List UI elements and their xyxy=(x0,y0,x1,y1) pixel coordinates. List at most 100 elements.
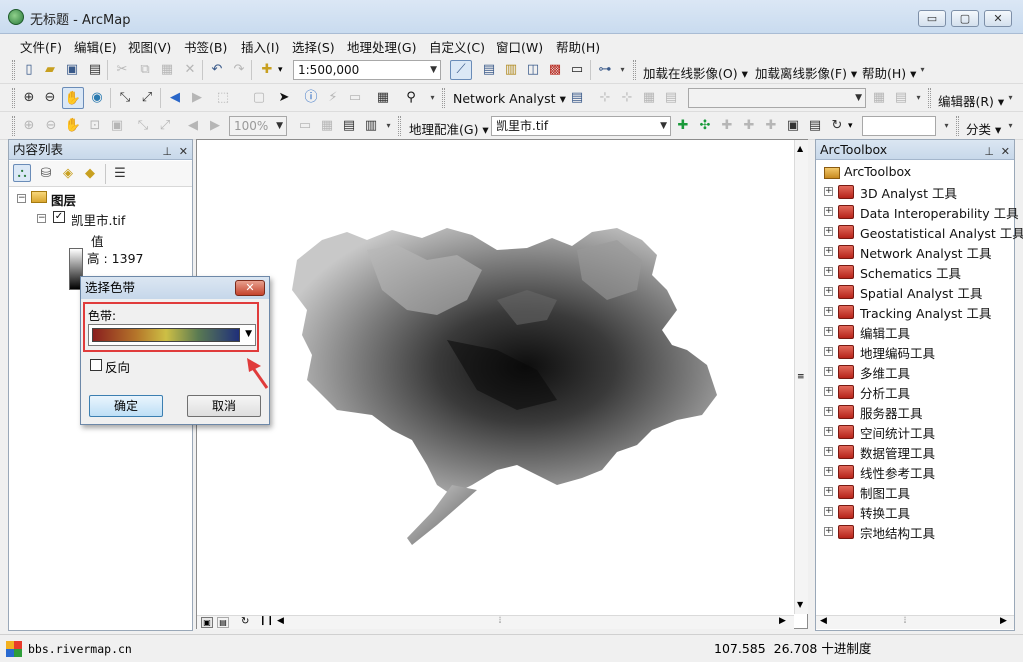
expand-collapse-icon[interactable]: + xyxy=(824,487,833,496)
directions-icon[interactable]: ▤ xyxy=(662,89,680,107)
menu-view[interactable]: 视图(V) xyxy=(128,37,171,56)
hyperlink-icon[interactable]: ⚡ xyxy=(324,89,342,107)
new-document-icon[interactable]: ▯ xyxy=(20,61,38,79)
network-analyst-menu[interactable]: Network Analyst ▾ xyxy=(453,91,566,106)
list-by-visibility-icon[interactable]: ◈ xyxy=(59,165,77,183)
delete-link-icon[interactable]: ✚ xyxy=(762,117,780,135)
back-arrow-icon[interactable]: ◀ xyxy=(166,89,184,107)
toolbar-overflow-icon[interactable]: ▾ xyxy=(942,112,951,132)
pause-drawing-icon[interactable]: ❙❙ xyxy=(259,616,274,626)
expand-collapse-icon[interactable]: + xyxy=(824,247,833,256)
cancel-button[interactable]: 取消 xyxy=(187,395,261,417)
model-builder-icon[interactable]: ⊶ xyxy=(596,61,614,79)
solve-icon[interactable]: ▦ xyxy=(640,89,658,107)
pin-icon[interactable]: ⊥ xyxy=(162,142,172,161)
menu-edit[interactable]: 编辑(E) xyxy=(74,37,117,56)
reverse-checkbox[interactable] xyxy=(90,359,102,371)
expand-collapse-icon[interactable]: − xyxy=(17,194,26,203)
select-network-location-icon[interactable]: ⊹ xyxy=(618,89,636,107)
scroll-left-icon[interactable]: ◀ xyxy=(277,616,284,626)
chevron-down-icon[interactable]: ▾ xyxy=(278,65,283,75)
close-icon[interactable]: ✕ xyxy=(179,142,188,161)
find-binoculars-icon[interactable]: ⚲ xyxy=(402,89,420,107)
network-properties-icon[interactable]: ▤ xyxy=(892,89,910,107)
network-layer-combo[interactable]: ▼ xyxy=(688,88,866,108)
pan-hand-icon[interactable]: ✋ xyxy=(62,87,84,109)
expand-collapse-icon[interactable]: + xyxy=(824,307,833,316)
toolbox-item[interactable]: + 空间统计工具 xyxy=(816,422,1014,442)
expand-collapse-icon[interactable]: + xyxy=(824,447,833,456)
scroll-grip-icon[interactable]: ≡ xyxy=(797,372,805,382)
print-icon[interactable]: ▤ xyxy=(86,61,104,79)
menu-select[interactable]: 选择(S) xyxy=(292,37,335,56)
layout-zoom-combo[interactable]: 100% ▼ xyxy=(229,116,287,136)
layout-pan-icon[interactable]: ✋ xyxy=(64,117,82,135)
rotate-icon[interactable]: ↻ xyxy=(828,117,846,135)
dialog-close-button[interactable]: ✕ xyxy=(235,280,265,296)
add-control-points-icon[interactable]: ✚ xyxy=(674,117,692,135)
forward-arrow-icon[interactable]: ▶ xyxy=(188,89,206,107)
list-by-source-icon[interactable]: ⛁ xyxy=(37,165,55,183)
zoom-in-icon[interactable]: ⊕ xyxy=(20,89,38,107)
rotation-angle-input[interactable] xyxy=(862,116,936,136)
ok-button[interactable]: 确定 xyxy=(89,395,163,417)
delete-icon[interactable]: ✕ xyxy=(181,61,199,79)
select-elements-icon[interactable]: ➤ xyxy=(275,89,293,107)
layout-fixed-zoom-out-icon[interactable]: ⤢ xyxy=(156,117,174,135)
layer-visibility-checkbox[interactable]: ✓ xyxy=(53,211,65,223)
viewer-icon[interactable]: ▣ xyxy=(784,117,802,135)
arctoolbox-icon[interactable]: ▩ xyxy=(546,61,564,79)
editor-menu[interactable]: 编辑器(R) ▾ xyxy=(938,91,1004,110)
measure-icon[interactable]: ▦ xyxy=(374,89,392,107)
toolbox-item[interactable]: + 服务器工具 xyxy=(816,402,1014,422)
catalog-icon[interactable]: ▥ xyxy=(502,61,520,79)
toolbox-item[interactable]: +3D Analyst 工具 xyxy=(816,182,1014,202)
scroll-left-icon[interactable]: ◀ xyxy=(820,616,827,626)
data-view-icon[interactable]: ▣ xyxy=(201,617,213,628)
toolbox-item[interactable]: + 转换工具 xyxy=(816,502,1014,522)
zoom-whole-page-icon[interactable]: ⊡ xyxy=(86,117,104,135)
table-of-contents-icon[interactable]: ▤ xyxy=(480,61,498,79)
expand-collapse-icon[interactable]: + xyxy=(824,407,833,416)
toolbar-grip[interactable] xyxy=(398,116,401,136)
data-driven-pages-icon[interactable]: ▥ xyxy=(362,117,380,135)
open-folder-icon[interactable]: ▰ xyxy=(41,61,59,79)
toolbar-overflow-icon[interactable]: ▾ xyxy=(1006,84,1015,104)
help-menu-dropdown[interactable]: 帮助(H) ▾ xyxy=(862,63,916,82)
close-icon[interactable]: ✕ xyxy=(1001,142,1010,161)
toolbox-item[interactable]: + 分析工具 xyxy=(816,382,1014,402)
toolbar-grip[interactable] xyxy=(12,116,15,136)
options-icon[interactable]: ☰ xyxy=(111,165,129,183)
offline-imagery-menu[interactable]: 加载离线影像(F) ▾ xyxy=(755,63,857,82)
search-window-icon[interactable]: ◫ xyxy=(524,61,542,79)
toolbox-item[interactable]: + 数据管理工具 xyxy=(816,442,1014,462)
network-window-icon[interactable]: ▤ xyxy=(568,89,586,107)
expand-collapse-icon[interactable]: + xyxy=(824,347,833,356)
layout-zoom-in-icon[interactable]: ⊕ xyxy=(20,117,38,135)
menu-customize[interactable]: 自定义(C) xyxy=(429,37,485,56)
toggle-draft-mode-icon[interactable]: ▭ xyxy=(296,117,314,135)
layout-zoom-out-icon[interactable]: ⊖ xyxy=(42,117,60,135)
html-popup-icon[interactable]: ▭ xyxy=(346,89,364,107)
toolbox-item[interactable]: + 线性参考工具 xyxy=(816,462,1014,482)
scroll-right-icon[interactable]: ▶ xyxy=(1000,616,1007,626)
auto-registration-icon[interactable]: ✣ xyxy=(696,117,714,135)
layout-forward-icon[interactable]: ▶ xyxy=(206,117,224,135)
arctoolbox-root[interactable]: ArcToolbox xyxy=(844,164,911,179)
expand-collapse-icon[interactable]: + xyxy=(824,467,833,476)
focus-data-frame-icon[interactable]: ▦ xyxy=(318,117,336,135)
list-by-drawing-order-icon[interactable]: ⛬ xyxy=(13,164,31,182)
layout-back-icon[interactable]: ◀ xyxy=(184,117,202,135)
layout-fixed-zoom-in-icon[interactable]: ⤡ xyxy=(134,117,152,135)
expand-collapse-icon[interactable]: + xyxy=(824,227,833,236)
cut-icon[interactable]: ✂ xyxy=(113,61,131,79)
toolbar-grip[interactable] xyxy=(956,116,959,136)
toolbox-item[interactable]: + Data Interoperability 工具 xyxy=(816,202,1019,222)
layer-name[interactable]: 凯里市.tif xyxy=(71,210,125,229)
scroll-grip-icon[interactable]: ⦙ xyxy=(499,616,501,626)
toolbox-item[interactable]: + 宗地结构工具 xyxy=(816,522,1014,542)
online-imagery-menu[interactable]: 加载在线影像(O) ▾ xyxy=(643,63,748,82)
expand-collapse-icon[interactable]: + xyxy=(824,267,833,276)
minimize-button[interactable]: ▭ xyxy=(918,10,946,27)
full-extent-icon[interactable]: ◉ xyxy=(88,89,106,107)
